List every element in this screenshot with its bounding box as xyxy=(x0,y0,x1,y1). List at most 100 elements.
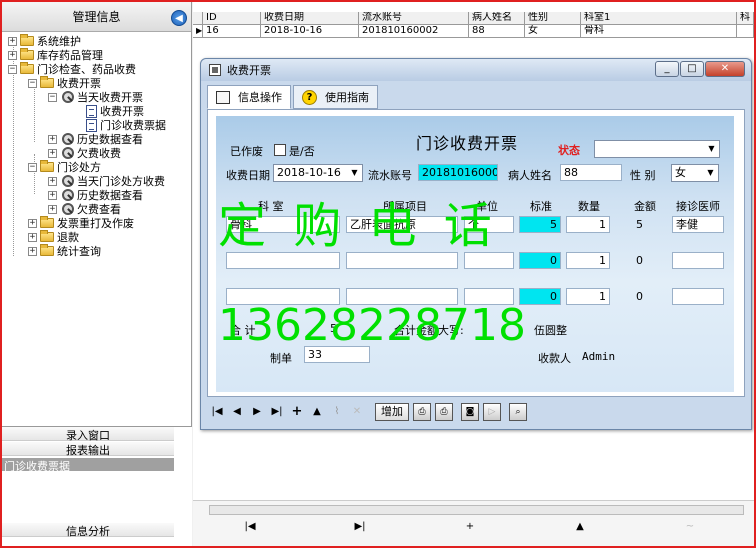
col-header-extra[interactable]: 科 xyxy=(737,12,754,25)
patient-name-field[interactable]: 88 xyxy=(560,164,622,181)
collapse-icon[interactable]: − xyxy=(48,92,57,102)
col-header-gender[interactable]: 性别 xyxy=(525,12,581,25)
info-analysis-button[interactable]: 信息分析 xyxy=(2,523,174,538)
maximize-icon[interactable]: □ xyxy=(680,61,704,77)
chevron-down-icon[interactable]: ▼ xyxy=(703,165,718,181)
cell-id[interactable]: 16 xyxy=(203,25,261,38)
expand-icon[interactable]: + xyxy=(48,204,57,214)
tree-item-stats[interactable]: + 统计查询 xyxy=(28,244,101,258)
row2-unit-field[interactable] xyxy=(464,252,514,269)
tree-item-clinic[interactable]: − 门诊检查、药品收费 xyxy=(8,62,136,76)
maker-field[interactable]: 33 xyxy=(304,346,370,363)
nav-add-icon[interactable]: + xyxy=(461,521,479,532)
next-record-icon[interactable]: ▶ xyxy=(247,403,267,421)
search-icon[interactable]: ⌕ xyxy=(509,403,527,421)
dialog-titlebar[interactable]: 收费开票 _ □ ✕ xyxy=(201,59,751,81)
row3-unit-field[interactable] xyxy=(464,288,514,305)
tree-item-history2[interactable]: + 历史数据查看 xyxy=(48,188,143,202)
row3-dept-field[interactable] xyxy=(226,288,340,305)
prev-record-icon[interactable]: ◀ xyxy=(227,403,247,421)
minimize-icon[interactable]: _ xyxy=(655,61,679,77)
tree-item-drug-stock[interactable]: + 库存药品管理 xyxy=(8,48,103,62)
chevron-down-icon[interactable]: ▼ xyxy=(347,165,362,181)
print-cancel-icon[interactable]: ⎙ xyxy=(435,403,453,421)
tree-item-invoice-entry[interactable]: 收费开票 xyxy=(86,104,144,118)
expand-icon[interactable]: + xyxy=(8,50,17,60)
serial-field[interactable]: 201810160002 xyxy=(418,164,498,181)
row3-doctor-field[interactable] xyxy=(672,288,724,305)
selected-report-item[interactable]: 门诊收费票据 xyxy=(2,458,174,473)
gender-select[interactable]: 女 ▼ xyxy=(671,164,719,182)
status-select[interactable]: ▼ xyxy=(594,140,720,158)
chevron-left-icon[interactable]: ◀ xyxy=(171,10,187,26)
tree-item-prescription[interactable]: − 门诊处方 xyxy=(28,160,101,174)
col-header-id[interactable]: ID xyxy=(203,12,261,25)
col-header-name[interactable]: 病人姓名 xyxy=(469,12,525,25)
graph-icon[interactable]: ⌇ xyxy=(327,403,347,421)
tree-item-system[interactable]: + 系统维护 xyxy=(8,34,81,48)
date-picker[interactable]: 2018-10-16 ▼ xyxy=(273,164,363,182)
collapse-icon[interactable]: − xyxy=(28,78,37,88)
expand-icon[interactable]: + xyxy=(28,246,37,256)
cell-gender[interactable]: 女 xyxy=(525,25,581,38)
row2-qty-field[interactable]: 1 xyxy=(566,252,610,269)
row1-unit-field[interactable]: 个 xyxy=(464,216,514,233)
expand-icon[interactable]: + xyxy=(48,134,57,144)
add-record-icon[interactable]: + xyxy=(287,403,307,421)
add-button[interactable]: 增加 xyxy=(375,403,409,421)
nav-up-icon[interactable]: ▲ xyxy=(571,521,589,532)
row1-doctor-field[interactable]: 李健 xyxy=(672,216,724,233)
chevron-down-icon[interactable]: ▼ xyxy=(704,141,719,157)
tree-item-refund[interactable]: + 退款 xyxy=(28,230,79,244)
tab-user-guide[interactable]: ? 使用指南 xyxy=(293,85,378,109)
cell-date[interactable]: 2018-10-16 xyxy=(261,25,359,38)
nav-last-icon[interactable]: ▶| xyxy=(351,521,369,532)
collapse-icon[interactable]: − xyxy=(28,162,37,172)
tree-item-today-invoice[interactable]: − 当天收费开票 xyxy=(48,90,143,104)
collapse-icon[interactable]: − xyxy=(8,64,17,74)
row1-standard-field[interactable]: 5 xyxy=(519,216,561,233)
row2-standard-field[interactable]: 0 xyxy=(519,252,561,269)
expand-icon[interactable]: + xyxy=(48,148,57,158)
row1-item-field[interactable]: 乙肝表面抗原 xyxy=(346,216,458,233)
expand-icon[interactable]: + xyxy=(8,36,17,46)
row2-dept-field[interactable] xyxy=(226,252,340,269)
cell-extra[interactable] xyxy=(737,25,754,38)
cell-name[interactable]: 88 xyxy=(469,25,525,38)
forward-icon[interactable]: ▷ xyxy=(483,403,501,421)
nav-graph-icon[interactable]: ~ xyxy=(681,521,699,532)
col-header-dept[interactable]: 科室1 xyxy=(581,12,737,25)
tree-item-arrears-view[interactable]: + 欠费查看 xyxy=(48,202,121,216)
horizontal-scrollbar[interactable] xyxy=(209,505,744,515)
row3-qty-field[interactable]: 1 xyxy=(566,288,610,305)
preview-icon[interactable]: ◙ xyxy=(461,403,479,421)
first-record-icon[interactable]: |◀ xyxy=(207,403,227,421)
last-record-icon[interactable]: ▶| xyxy=(267,403,287,421)
expand-icon[interactable]: + xyxy=(28,218,37,228)
cell-dept[interactable]: 骨科 xyxy=(581,25,737,38)
col-header-date[interactable]: 收费日期 xyxy=(261,12,359,25)
row1-qty-field[interactable]: 1 xyxy=(566,216,610,233)
nav-first-icon[interactable]: |◀ xyxy=(241,521,259,532)
report-output-button[interactable]: 报表输出 xyxy=(2,442,174,457)
delete-icon[interactable]: ✕ xyxy=(347,403,367,421)
row3-item-field[interactable] xyxy=(346,288,458,305)
tree-item-invoice-data[interactable]: 门诊收费票据 xyxy=(86,118,166,132)
table-row[interactable]: ▶ 16 2018-10-16 201810160002 88 女 骨科 xyxy=(193,25,754,38)
tree-item-arrears-charge[interactable]: + 欠费收费 xyxy=(48,146,121,160)
expand-icon[interactable]: + xyxy=(28,232,37,242)
row1-dept-field[interactable]: 骨科 xyxy=(226,216,340,233)
tree-item-charge[interactable]: − 收费开票 xyxy=(28,76,101,90)
expand-icon[interactable]: + xyxy=(48,190,57,200)
expand-icon[interactable]: + xyxy=(48,176,57,186)
row2-doctor-field[interactable] xyxy=(672,252,724,269)
cell-serial[interactable]: 201810160002 xyxy=(359,25,469,38)
close-icon[interactable]: ✕ xyxy=(705,61,745,77)
row3-standard-field[interactable]: 0 xyxy=(519,288,561,305)
tree-item-today-prescription[interactable]: + 当天门诊处方收费 xyxy=(48,174,165,188)
edit-record-icon[interactable]: ▲ xyxy=(307,403,327,421)
tree-item-reprint[interactable]: + 发票重打及作废 xyxy=(28,216,134,230)
col-header-serial[interactable]: 流水账号 xyxy=(359,12,469,25)
tab-info-operation[interactable]: 信息操作 xyxy=(207,85,291,109)
tree-item-history[interactable]: + 历史数据查看 xyxy=(48,132,143,146)
